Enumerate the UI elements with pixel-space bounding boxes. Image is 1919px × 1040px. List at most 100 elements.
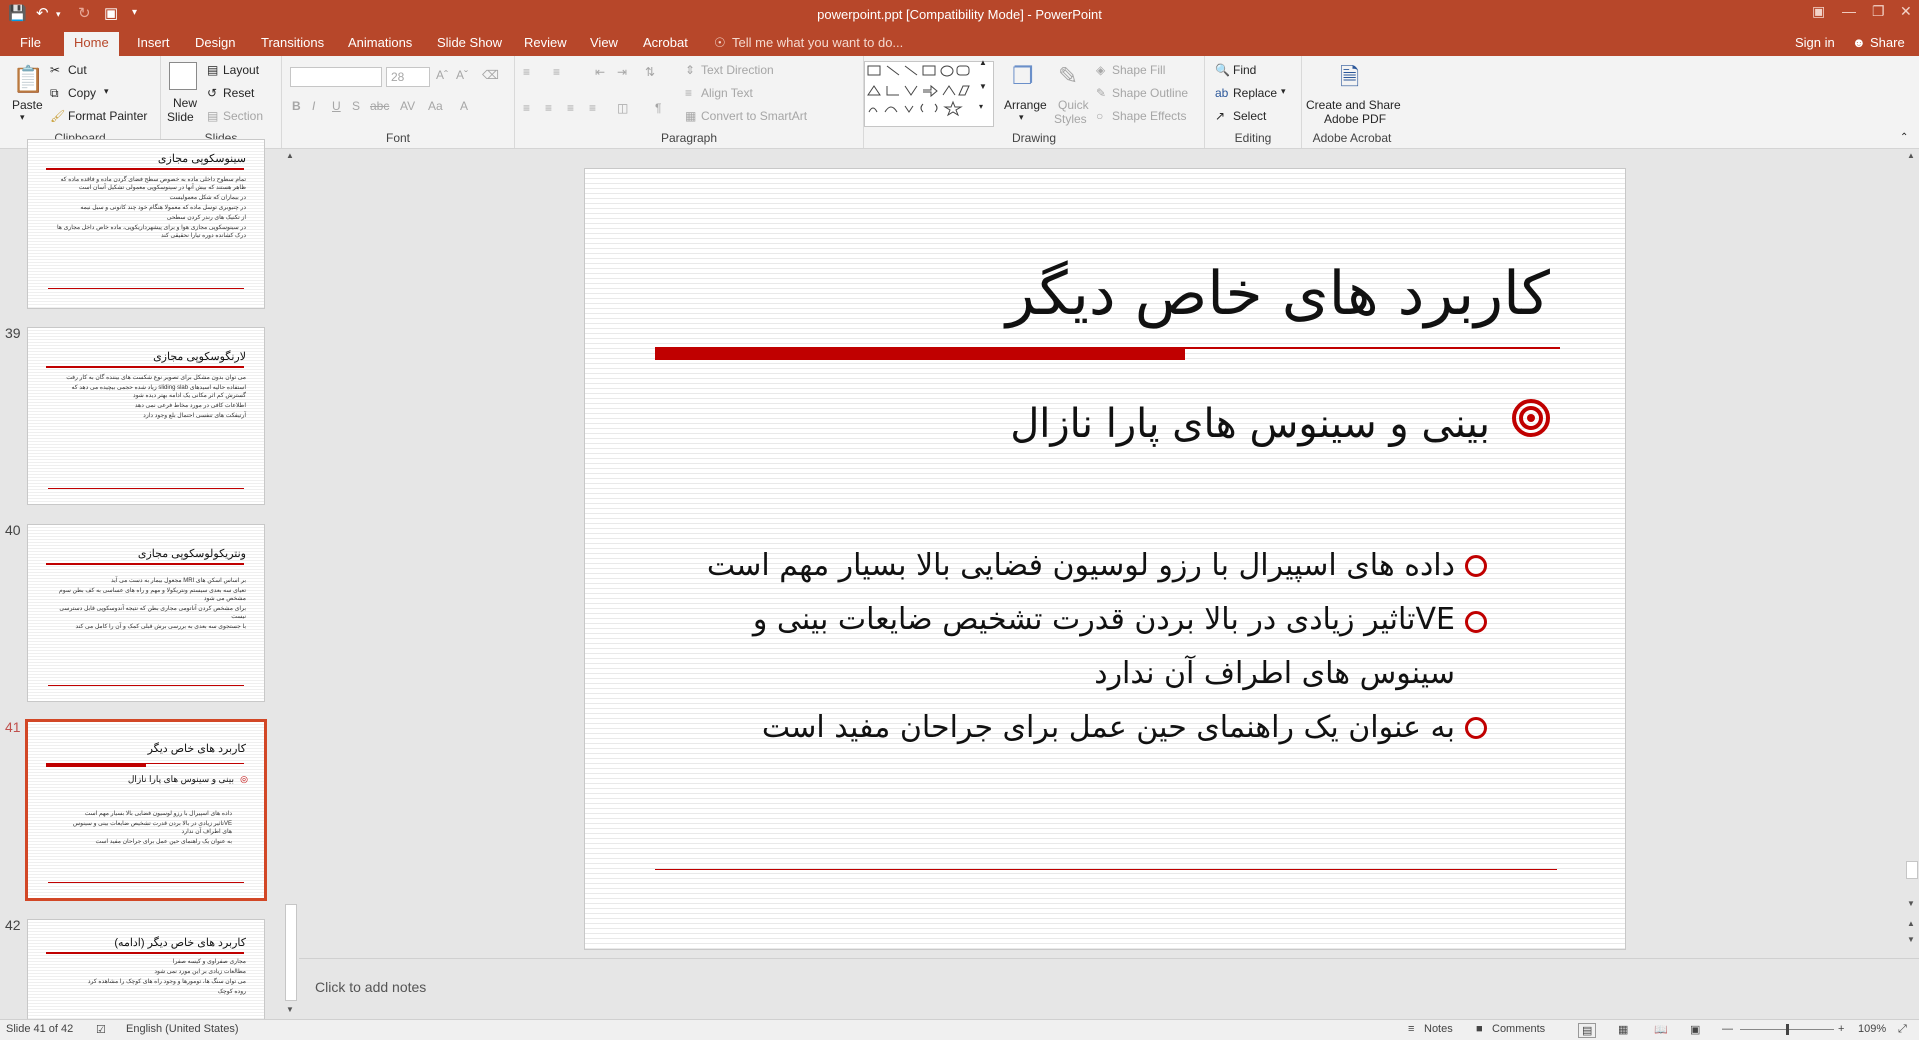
quick-styles-button-line2[interactable]: Styles	[1054, 112, 1087, 126]
select-button[interactable]: Select	[1233, 109, 1266, 123]
quick-styles-icon[interactable]: ✎	[1058, 62, 1078, 91]
underline-icon[interactable]: U	[332, 99, 341, 113]
align-left-icon[interactable]: ≡	[523, 101, 530, 115]
tab-transitions[interactable]: Transitions	[261, 35, 324, 50]
minimize-icon[interactable]: —	[1842, 3, 1856, 19]
share-button[interactable]: Share	[1870, 35, 1905, 50]
character-spacing-icon[interactable]: AV	[400, 99, 415, 113]
shapes-scroll-up-icon[interactable]: ▲	[979, 58, 987, 67]
align-right-icon[interactable]: ≡	[567, 101, 574, 115]
shapes-scroll-down-icon[interactable]: ▼	[979, 82, 987, 91]
copy-button[interactable]: Copy	[68, 86, 96, 100]
cut-button[interactable]: Cut	[68, 63, 87, 77]
arrange-dropdown-icon[interactable]: ▾	[1019, 112, 1024, 123]
slide-show-icon[interactable]: ▣	[1690, 1023, 1700, 1036]
scroll-down-icon[interactable]: ▼	[286, 1005, 294, 1014]
create-share-pdf-button[interactable]: Create and Share	[1306, 98, 1401, 112]
previous-slide-icon[interactable]: ▲	[1907, 919, 1915, 928]
decrease-indent-icon[interactable]: ⇤	[595, 65, 605, 79]
comments-icon[interactable]: ■	[1476, 1023, 1483, 1035]
tab-home[interactable]: Home	[64, 32, 119, 56]
shape-outline-icon[interactable]: ✎	[1096, 86, 1106, 100]
copy-dropdown-icon[interactable]: ▾	[104, 86, 109, 97]
tab-slide-show[interactable]: Slide Show	[437, 35, 502, 50]
thumbnail-slide-42[interactable]: کاربرد های خاص دیگر (ادامه) مجاری صفراوی…	[27, 919, 265, 1021]
decrease-font-icon[interactable]: Aˇ	[456, 68, 468, 82]
restore-icon[interactable]: ❐	[1872, 3, 1885, 20]
slide-scroll-down-icon[interactable]: ▼	[1907, 899, 1915, 908]
paste-dropdown-icon[interactable]: ▾	[20, 112, 25, 123]
font-name-combo[interactable]	[290, 67, 382, 87]
replace-icon[interactable]: ab	[1215, 86, 1228, 100]
tab-view[interactable]: View	[590, 35, 618, 50]
new-slide-icon[interactable]	[169, 62, 197, 90]
thumbnail-slide-39[interactable]: لارنگوسکوپی مجازی می توان بدون مشکل برای…	[27, 327, 265, 505]
ribbon-display-options-icon[interactable]: ▣	[1812, 3, 1825, 20]
shape-effects-icon[interactable]: ○	[1096, 109, 1103, 123]
shapes-gallery[interactable]	[864, 61, 994, 127]
thumbnails-scrollbar[interactable]: ▲ ▼	[283, 149, 298, 1019]
zoom-out-icon[interactable]: —	[1722, 1023, 1733, 1035]
section-button[interactable]: Section	[223, 109, 263, 123]
align-center-icon[interactable]: ≡	[545, 101, 552, 115]
layout-button[interactable]: Layout	[223, 63, 259, 77]
select-icon[interactable]: ↗	[1215, 109, 1225, 123]
smartart-icon[interactable]: ▦	[685, 109, 696, 123]
numbering-icon[interactable]: ≡	[553, 65, 560, 79]
reset-icon[interactable]: ↺	[207, 86, 217, 100]
arrange-button[interactable]: Arrange	[1004, 98, 1047, 112]
tab-design[interactable]: Design	[195, 35, 235, 50]
tab-insert[interactable]: Insert	[137, 35, 170, 50]
align-text-icon[interactable]: ≡	[685, 86, 692, 100]
notes-toggle[interactable]: Notes	[1424, 1023, 1453, 1035]
notes-pane[interactable]: Click to add notes	[299, 958, 1919, 1020]
quick-styles-button[interactable]: Quick	[1058, 98, 1089, 112]
scroll-up-icon[interactable]: ▲	[286, 151, 294, 160]
thumbnail-slide-40[interactable]: ونتریکولوسکوپی مجازی بر اساس اسکن های MR…	[27, 524, 265, 702]
tab-acrobat[interactable]: Acrobat	[643, 35, 688, 50]
next-slide-icon[interactable]: ▼	[1907, 935, 1915, 944]
paste-icon[interactable]: 📋	[12, 64, 44, 95]
reading-view-icon[interactable]: 📖	[1654, 1023, 1668, 1036]
slide-bullet-3[interactable]: به عنوان یک راهنمای حین عمل برای جراحان …	[655, 701, 1455, 755]
line-spacing-icon[interactable]: ⇅	[645, 65, 655, 79]
slide-title[interactable]: کاربرد های خاص دیگر	[1006, 259, 1550, 329]
format-painter-icon[interactable]: 🖌	[50, 109, 65, 123]
reset-button[interactable]: Reset	[223, 86, 254, 100]
slide-scroll-up-icon[interactable]: ▲	[1907, 151, 1915, 160]
find-icon[interactable]: 🔍	[1215, 63, 1230, 77]
spelling-icon[interactable]: ☑	[96, 1023, 106, 1036]
slide-bullet-2[interactable]: VEتاثیر زیادی در بالا بردن قدرت تشخیص ضا…	[655, 593, 1455, 701]
tab-file[interactable]: File	[20, 35, 41, 50]
thumbnail-slide-38[interactable]: سینوسکوپی مجازی تمام سطوح داخلی ماده به …	[27, 139, 265, 309]
font-color-icon[interactable]: A	[460, 99, 468, 113]
strikethrough-icon[interactable]: abc	[370, 99, 389, 113]
shape-fill-button[interactable]: Shape Fill	[1112, 63, 1165, 77]
rtl-icon[interactable]: ¶	[655, 101, 661, 115]
slide-scrollbar[interactable]: ▲ ▼ ▲ ▼	[1903, 149, 1919, 957]
shadow-icon[interactable]: S	[352, 99, 360, 113]
tab-review[interactable]: Review	[524, 35, 567, 50]
increase-font-icon[interactable]: Aˆ	[436, 68, 448, 82]
align-text-button[interactable]: Align Text	[701, 86, 753, 100]
thumbnails-scroll-thumb[interactable]	[285, 904, 297, 1001]
replace-dropdown-icon[interactable]: ▾	[1281, 86, 1286, 97]
create-share-pdf-button-line2[interactable]: Adobe PDF	[1324, 112, 1386, 126]
zoom-in-icon[interactable]: +	[1838, 1023, 1844, 1035]
sign-in-link[interactable]: Sign in	[1795, 35, 1835, 50]
increase-indent-icon[interactable]: ⇥	[617, 65, 627, 79]
shape-effects-button[interactable]: Shape Effects	[1112, 109, 1187, 123]
section-icon[interactable]: ▤	[207, 109, 218, 123]
bold-icon[interactable]: B	[292, 99, 301, 113]
paste-button[interactable]: Paste	[12, 98, 43, 112]
close-icon[interactable]: ✕	[1900, 3, 1912, 20]
new-slide-button-line2[interactable]: Slide	[167, 110, 194, 124]
notes-placeholder[interactable]: Click to add notes	[315, 979, 426, 995]
slide-bullet-1[interactable]: داده های اسپیرال با رزو لوسیون فضایی بال…	[655, 539, 1455, 593]
tab-animations[interactable]: Animations	[348, 35, 412, 50]
copy-icon[interactable]: ⧉	[50, 86, 59, 101]
replace-button[interactable]: Replace	[1233, 86, 1277, 100]
change-case-icon[interactable]: Aa	[428, 99, 443, 113]
slide-sorter-icon[interactable]: ▦	[1618, 1023, 1628, 1036]
text-direction-button[interactable]: Text Direction	[701, 63, 774, 77]
